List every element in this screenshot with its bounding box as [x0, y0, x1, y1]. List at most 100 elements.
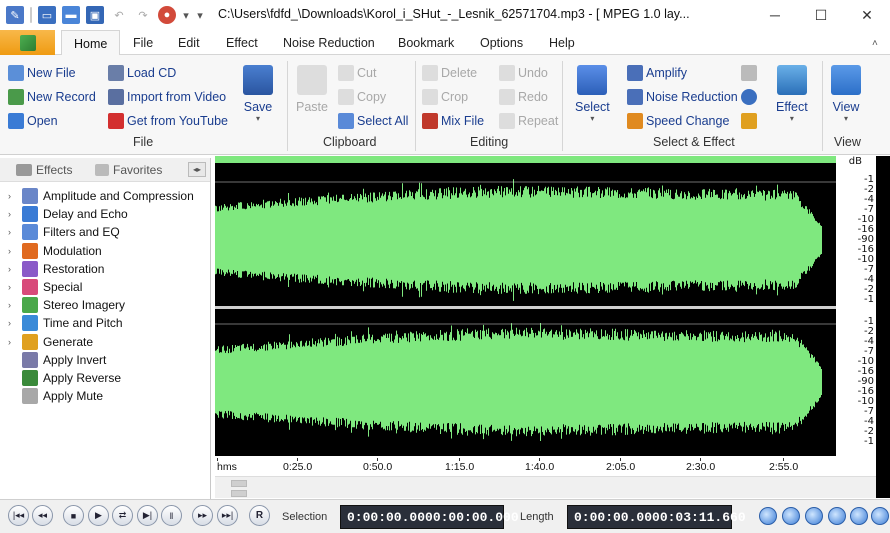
new-file-icon[interactable]: ▭	[38, 6, 56, 24]
tree-item-time-pitch[interactable]: › Time and Pitch	[8, 315, 123, 332]
zoom-out-icon[interactable]	[782, 507, 800, 525]
record-icon[interactable]: ●	[158, 6, 176, 24]
tab-edit[interactable]: Edit	[178, 36, 200, 50]
expand-arrow-icon[interactable]: ›	[8, 209, 18, 219]
import-video-button[interactable]: Import from Video	[108, 89, 226, 105]
select-all-button[interactable]: Select All	[338, 113, 408, 129]
expand-arrow-icon[interactable]: ›	[8, 227, 18, 237]
cut-button[interactable]: Cut	[338, 65, 376, 81]
new-file-button[interactable]: New File	[8, 65, 76, 81]
tree-item-special[interactable]: › Special	[8, 279, 82, 295]
tree-item-invert[interactable]: Apply Invert	[8, 351, 106, 368]
db-tick-label: -1	[864, 436, 874, 447]
play-button[interactable]: ▶	[88, 505, 109, 526]
extra-effect-1[interactable]	[741, 65, 760, 81]
go-start-button[interactable]: |◂◂	[8, 505, 29, 526]
redo-icon[interactable]: ↷	[134, 6, 152, 24]
undo-icon[interactable]: ↶	[110, 6, 128, 24]
zoom-vertical-out-icon[interactable]	[871, 507, 889, 525]
tree-item-amplitude[interactable]: › Amplitude and Compression	[8, 188, 194, 204]
waveform-canvas[interactable]	[215, 156, 836, 456]
select-button[interactable]: Select ▾	[575, 65, 610, 123]
expand-arrow-icon[interactable]: ›	[8, 246, 18, 256]
new-record-button[interactable]: New Record	[8, 89, 96, 105]
extra-effect-3[interactable]	[741, 113, 760, 129]
customize-icon[interactable]: ▾	[196, 6, 204, 24]
modulation-icon	[22, 242, 38, 259]
zoom-full-icon[interactable]	[828, 507, 846, 525]
zoom-in-icon[interactable]	[759, 507, 777, 525]
tree-item-restoration[interactable]: › Restoration	[8, 260, 104, 277]
tree-item-mute[interactable]: Apply Mute	[8, 388, 103, 405]
expand-arrow-icon[interactable]: ›	[8, 282, 18, 292]
tab-effect[interactable]: Effect	[226, 36, 258, 50]
scroll-thumb[interactable]	[231, 480, 247, 487]
effect-button[interactable]: Effect ▾	[776, 65, 808, 123]
tab-effects[interactable]: Effects	[16, 160, 72, 180]
zoom-vertical-in-icon[interactable]	[850, 507, 868, 525]
panel-nav-icon[interactable]: ◂▸	[188, 162, 206, 177]
tab-bookmark[interactable]: Bookmark	[398, 36, 454, 50]
open-icon[interactable]: ▬	[62, 6, 80, 24]
maximize-button[interactable]: ☐	[798, 0, 844, 30]
tree-item-stereo[interactable]: › Stereo Imagery	[8, 297, 125, 314]
tab-help[interactable]: Help	[549, 36, 575, 50]
minimize-button[interactable]: ─	[752, 0, 798, 30]
tree-item-reverse[interactable]: Apply Reverse	[8, 370, 121, 386]
forward-button[interactable]: ▸▸	[192, 505, 213, 526]
expand-arrow-icon[interactable]: ›	[8, 191, 18, 201]
stop-button[interactable]: ■	[63, 505, 84, 526]
expand-arrow-icon[interactable]: ›	[8, 300, 18, 310]
tree-item-delay[interactable]: › Delay and Echo	[8, 206, 128, 223]
timeline-ruler[interactable]: hms 0:25.0 0:50.0 1:15.0 1:40.0 2:05.0 2:30.0 2…	[215, 458, 875, 476]
extra-effect-2[interactable]	[741, 89, 760, 105]
copy-button[interactable]: Copy	[338, 89, 386, 105]
waveform-view[interactable]	[215, 156, 836, 456]
tab-file[interactable]: File	[133, 36, 153, 50]
mix-file-button[interactable]: Mix File	[422, 113, 484, 129]
reverse-icon	[22, 370, 38, 386]
redo-button[interactable]: Redo	[499, 89, 548, 105]
pause-button[interactable]: ‖	[161, 505, 182, 526]
save-icon[interactable]: ▣	[86, 6, 104, 24]
tree-item-modulation[interactable]: › Modulation	[8, 242, 102, 259]
dropdown-icon[interactable]: ▾	[182, 6, 190, 24]
speed-change-button[interactable]: Speed Change	[627, 113, 729, 129]
loop-button[interactable]: ⇄	[112, 505, 133, 526]
youtube-button[interactable]: Get from YouTube	[108, 113, 228, 129]
record-icon	[8, 89, 24, 105]
view-button[interactable]: View ▾	[831, 65, 861, 123]
tree-item-filters[interactable]: › Filters and EQ	[8, 224, 120, 241]
app-menu-button[interactable]	[0, 30, 55, 55]
tab-options[interactable]: Options	[480, 36, 523, 50]
expand-arrow-icon[interactable]: ›	[8, 318, 18, 328]
open-button[interactable]: Open	[8, 113, 58, 129]
tab-home[interactable]: Home	[61, 30, 121, 56]
save-button[interactable]: Save ▾	[243, 65, 273, 123]
tab-favorites[interactable]: Favorites	[95, 160, 162, 180]
paste-button[interactable]: Paste	[296, 65, 328, 114]
close-button[interactable]: ✕	[844, 0, 890, 30]
noise-reduction-button[interactable]: Noise Reduction	[627, 89, 738, 105]
expand-arrow-icon[interactable]: ›	[8, 264, 18, 274]
horizontal-scrollbar[interactable]	[215, 476, 876, 498]
collapse-ribbon-icon[interactable]: ˄	[872, 38, 878, 49]
title-bar: ✎ ▭ ▬ ▣ ↶ ↷ ● ▾ ▾ C:\Users\fdfd_\Downloa…	[0, 0, 890, 30]
rewind-button[interactable]: ◂◂	[32, 505, 53, 526]
effects-panel: Effects Favorites ◂▸ › Amplitude and Comp…	[0, 158, 211, 499]
record-button[interactable]: R	[249, 505, 270, 526]
go-end-button[interactable]: ▸▸|	[217, 505, 238, 526]
zoom-selection-icon[interactable]	[805, 507, 823, 525]
amplify-button[interactable]: Amplify	[627, 65, 687, 81]
tree-item-generate[interactable]: › Generate	[8, 333, 93, 350]
tab-noise-reduction[interactable]: Noise Reduction	[283, 36, 375, 50]
repeat-button[interactable]: Repeat	[499, 113, 558, 129]
play-selection-button[interactable]: ▶|	[137, 505, 158, 526]
load-cd-button[interactable]: Load CD	[108, 65, 176, 81]
crop-button[interactable]: Crop	[422, 89, 468, 105]
undo-button[interactable]: Undo	[499, 65, 548, 81]
scroll-thumb[interactable]	[231, 490, 247, 497]
vertical-scrollbar[interactable]	[876, 156, 890, 498]
expand-arrow-icon[interactable]: ›	[8, 337, 18, 347]
delete-button[interactable]: Delete	[422, 65, 477, 81]
